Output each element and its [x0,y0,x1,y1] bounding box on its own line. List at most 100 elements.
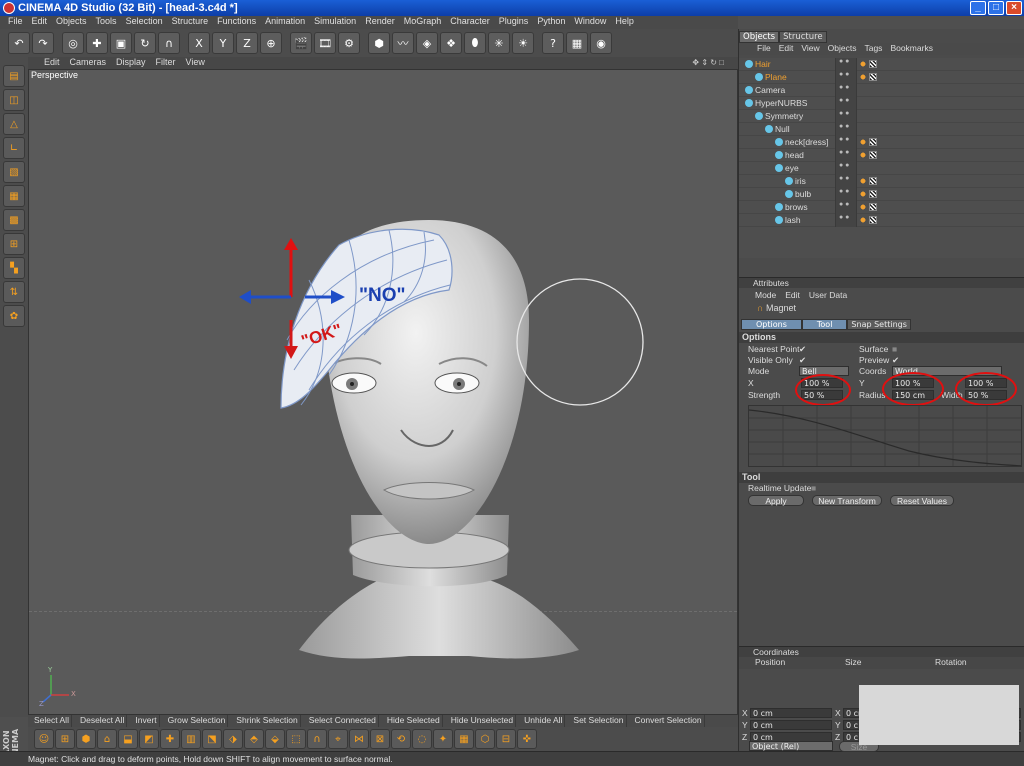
position-input[interactable]: 0 cm [750,720,832,730]
visibility-toggle[interactable]: ● ● [835,97,857,110]
polygons-mode-icon[interactable]: ▧ [3,161,25,183]
bottom-tool-icon[interactable]: ⊟ [496,729,516,749]
nurbs-icon[interactable]: ◈ [416,32,438,54]
tag-icon[interactable] [859,177,867,185]
viewport-menu-view[interactable]: View [186,57,205,69]
render-picture-viewer-icon[interactable]: 🎞 [314,32,336,54]
object-name[interactable]: Hair [745,59,771,69]
bottom-tool-icon[interactable]: ⬘ [244,729,264,749]
bottom-tool-icon[interactable]: ⟲ [391,729,411,749]
visible-only-checkbox[interactable]: ✔ [799,355,806,366]
selection-select-all[interactable]: Select All [32,715,72,727]
help-icon[interactable]: ? [542,32,564,54]
selection-shrink-selection[interactable]: Shrink Selection [234,715,301,727]
object-tags[interactable] [859,138,899,147]
object-name[interactable]: Null [765,124,790,134]
bottom-tool-icon[interactable]: ⬔ [202,729,222,749]
workplane-icon[interactable]: ⇅ [3,281,25,303]
selection-hide-selected[interactable]: Hide Selected [385,715,443,727]
menu-help[interactable]: Help [615,16,634,29]
tab-tool[interactable]: Tool [801,319,848,330]
object-name[interactable]: neck[dress] [775,137,828,147]
visibility-toggle[interactable]: ● ● [835,149,857,162]
bottom-tool-icon[interactable]: ⬓ [118,729,138,749]
visibility-toggle[interactable]: ● ● [835,71,857,84]
object-row[interactable]: lash ● ● [739,214,1024,227]
object-tags[interactable] [859,73,899,82]
object-row[interactable]: brows ● ● [739,201,1024,214]
material-tag-icon[interactable] [869,216,877,224]
object-tags[interactable] [859,99,899,108]
bottom-tool-icon[interactable]: ⬙ [265,729,285,749]
selection-set-selection[interactable]: Set Selection [571,715,627,727]
attributes-menu-edit[interactable]: Edit [785,290,800,300]
object-row[interactable]: Null ● ● [739,123,1024,136]
live-selection-icon[interactable]: ◎ [62,32,84,54]
move-icon[interactable]: ✚ [86,32,108,54]
objects-menu-bookmarks[interactable]: Bookmarks [890,43,933,55]
menu-animation[interactable]: Animation [265,16,305,29]
object-tags[interactable] [859,190,899,199]
redo-icon[interactable]: ↷ [32,32,54,54]
bottom-tool-icon[interactable]: ✜ [517,729,537,749]
bottom-tool-icon[interactable]: ✚ [160,729,180,749]
attributes-menu-user-data[interactable]: User Data [809,290,847,300]
close-button[interactable]: × [1006,1,1022,15]
object-tags[interactable] [859,164,899,173]
light-icon[interactable]: ☀ [512,32,534,54]
bottom-tool-icon[interactable]: ∩ [307,729,327,749]
visibility-toggle[interactable]: ● ● [835,162,857,175]
menu-edit[interactable]: Edit [32,16,48,29]
cam-icon[interactable]: ▦ [566,32,588,54]
visibility-toggle[interactable]: ● ● [835,110,857,123]
selection-hide-unselected[interactable]: Hide Unselected [449,715,517,727]
maximize-button[interactable]: □ [988,1,1004,15]
tag-icon[interactable] [859,190,867,198]
material-tag-icon[interactable] [869,177,877,185]
object-mode-icon[interactable]: ◫ [3,89,25,111]
objects-menu-tags[interactable]: Tags [864,43,882,55]
edges-mode-icon[interactable]: ∟ [3,137,25,159]
menu-structure[interactable]: Structure [172,16,209,29]
attributes-menu-mode[interactable]: Mode [755,290,776,300]
bottom-tool-icon[interactable]: ⋈ [349,729,369,749]
object-tags[interactable] [859,151,899,160]
tweak-mode-icon[interactable]: ⊞ [3,233,25,255]
visibility-toggle[interactable]: ● ● [835,214,857,227]
bottom-tool-icon[interactable]: ◌ [412,729,432,749]
bottom-tool-icon[interactable]: ▦ [454,729,474,749]
object-name[interactable]: Plane [755,72,787,82]
reset-values-button[interactable]: Reset Values [890,495,954,506]
position-input[interactable]: 0 cm [750,708,832,718]
object-tags[interactable] [859,177,899,186]
material-tag-icon[interactable] [869,73,877,81]
objects-menu-file[interactable]: File [757,43,771,55]
paint-icon[interactable]: ✿ [3,305,25,327]
object-row[interactable]: Hair ● ● [739,58,1024,71]
material-tag-icon[interactable] [869,60,877,68]
falloff-graph[interactable] [748,405,1022,467]
object-name[interactable]: Camera [745,85,785,95]
tab-options[interactable]: Options [741,319,802,330]
bottom-tool-icon[interactable]: ⬡ [475,729,495,749]
material-tag-icon[interactable] [869,151,877,159]
material-tag-icon[interactable] [869,203,877,211]
points-mode-icon[interactable]: △ [3,113,25,135]
bottom-tool-icon[interactable]: ⬢ [76,729,96,749]
visibility-toggle[interactable]: ● ● [835,136,857,149]
bottom-tool-icon[interactable]: ⌂ [97,729,117,749]
material-tag-icon[interactable] [869,190,877,198]
menu-character[interactable]: Character [450,16,490,29]
menu-window[interactable]: Window [574,16,606,29]
menu-plugins[interactable]: Plugins [499,16,529,29]
selection-unhide-all[interactable]: Unhide All [522,715,566,727]
nearest-point-checkbox[interactable]: ✔ [799,344,806,355]
object-tags[interactable] [859,60,899,69]
selection-convert-selection[interactable]: Convert Selection [633,715,705,727]
tag-icon[interactable] [859,151,867,159]
object-tags[interactable] [859,112,899,121]
model-mode-icon[interactable]: ▤ [3,65,25,87]
axis-mode-icon[interactable]: ▩ [3,209,25,231]
bottom-tool-icon[interactable]: ⊠ [370,729,390,749]
object-tags[interactable] [859,86,899,95]
